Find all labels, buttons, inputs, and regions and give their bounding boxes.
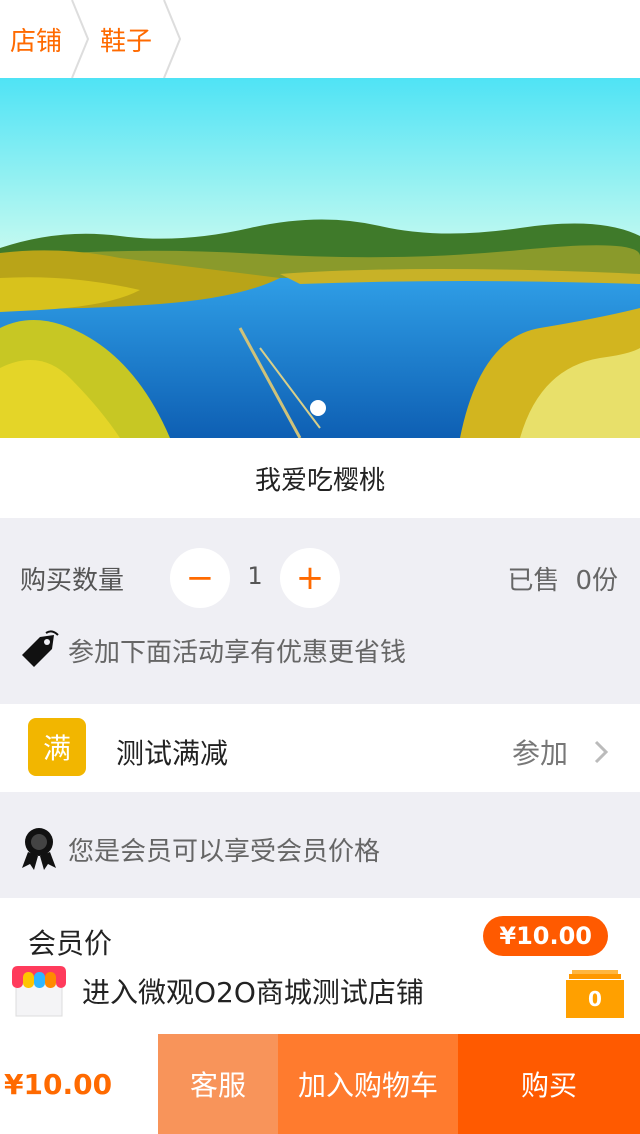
quantity-row: 购买数量 − 1 + 已售 0份 <box>0 518 640 638</box>
member-price-row: 会员价 ¥10.00 进入微观O2O商城测试店铺 0 <box>0 898 640 1034</box>
quantity-label: 购买数量 <box>20 566 125 596</box>
quantity-increase-button[interactable]: + <box>280 548 340 608</box>
lake-landscape-image <box>0 78 640 438</box>
sales-value: 0份 <box>575 566 618 596</box>
promotion-hint-text: 参加下面活动享有优惠更省钱 <box>68 637 407 668</box>
add-to-cart-label: 加入购物车 <box>297 1069 438 1102</box>
full-reduction-badge-label: 满 <box>42 732 71 765</box>
plus-icon: + <box>295 558 325 598</box>
member-hint: 您是会员可以享受会员价格 <box>18 826 380 872</box>
cart-count-badge[interactable]: 0 <box>566 980 624 1018</box>
quantity-value: 1 <box>247 562 263 590</box>
breadcrumb-shop-label: 店铺 <box>10 26 63 57</box>
product-title: 我爱吃樱桃 <box>0 438 640 518</box>
enter-shop-link[interactable]: 进入微观O2O商城测试店铺 <box>10 964 424 1018</box>
member-ribbon-icon <box>22 828 56 870</box>
chevron-right-icon <box>162 0 182 78</box>
activity-name: 测试满减 <box>116 737 229 770</box>
minus-icon: − <box>185 558 215 598</box>
full-reduction-badge: 满 <box>28 718 86 776</box>
total-price-value: ¥10.00 <box>4 1067 113 1101</box>
shop-name: 进入微观O2O商城测试店铺 <box>82 976 424 1009</box>
buy-now-button[interactable]: 购买 <box>458 1034 640 1134</box>
breadcrumb-shop[interactable]: 店铺 <box>0 0 72 78</box>
customer-service-label: 客服 <box>189 1069 246 1102</box>
product-image-carousel[interactable] <box>0 78 640 438</box>
carousel-indicator-dot[interactable] <box>310 400 326 416</box>
breadcrumb: 店铺 鞋子 <box>0 0 640 78</box>
chevron-right-icon <box>594 740 609 764</box>
member-price-value: ¥10.00 <box>499 922 592 950</box>
member-price-badge: ¥10.00 <box>483 916 608 956</box>
promotion-hint: 参加下面活动享有优惠更省钱 <box>18 628 406 672</box>
breadcrumb-shoes-label: 鞋子 <box>100 26 153 57</box>
bottom-action-bar: ¥10.00 客服 加入购物车 购买 <box>0 1034 640 1134</box>
shop-awning-icon <box>12 966 66 1017</box>
product-title-text: 我爱吃樱桃 <box>254 465 385 496</box>
price-tag-icon <box>22 630 59 667</box>
sales-count: 已售 0份 <box>507 560 618 597</box>
member-hint-text: 您是会员可以享受会员价格 <box>68 836 381 867</box>
join-activity-button[interactable]: 参加 <box>512 732 568 772</box>
buy-now-label: 购买 <box>520 1069 577 1102</box>
total-price: ¥10.00 <box>0 1034 158 1134</box>
sales-label: 已售 <box>507 566 560 596</box>
customer-service-button[interactable]: 客服 <box>158 1034 278 1134</box>
member-price-label: 会员价 <box>28 927 113 960</box>
add-to-cart-button[interactable]: 加入购物车 <box>278 1034 458 1134</box>
discount-activity-row[interactable]: 满 测试满减 参加 <box>0 704 640 792</box>
quantity-decrease-button[interactable]: − <box>170 548 230 608</box>
cart-count: 0 <box>588 987 602 1011</box>
